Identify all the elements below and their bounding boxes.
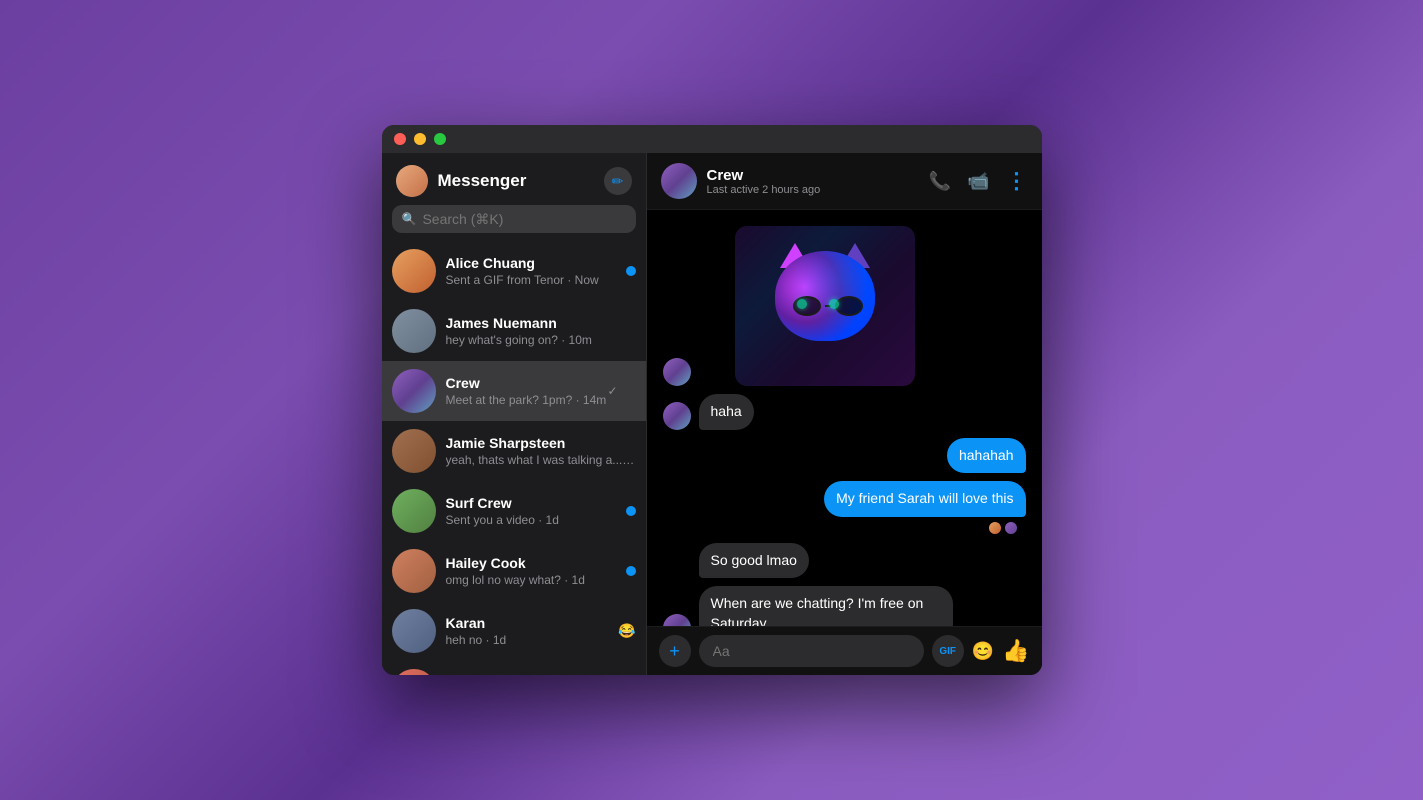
- list-item[interactable]: Hailey Cook omg lol no way what? · 1d: [382, 541, 646, 601]
- avatar: [392, 309, 436, 353]
- message-bubble: My friend Sarah will love this: [824, 481, 1025, 517]
- maximize-button[interactable]: [434, 133, 446, 145]
- messenger-window: Messenger ✏ 🔍 Alice Chuang: [382, 125, 1042, 675]
- unread-indicator: [626, 566, 636, 576]
- message-bubble: When are we chatting? I'm free on Saturd…: [699, 586, 953, 626]
- message-bubble: So good lmao: [699, 543, 809, 579]
- reaction-avatar: [988, 521, 1002, 535]
- conv-info: James Nuemann hey what's going on? · 10m: [446, 315, 636, 347]
- add-button[interactable]: +: [659, 635, 691, 667]
- gif-message: [735, 226, 915, 386]
- conv-preview: hey what's going on? · 10m: [446, 333, 636, 347]
- list-item[interactable]: Kara, Brian, Jean-Marc pedanticalice sen…: [382, 661, 646, 675]
- compose-icon: ✏: [612, 173, 624, 190]
- chat-info: Crew Last active 2 hours ago: [707, 167, 821, 196]
- message-bubble: hahahah: [947, 438, 1026, 474]
- minimize-button[interactable]: [414, 133, 426, 145]
- conv-preview: yeah, thats what I was talking a... · 4h: [446, 453, 636, 467]
- conv-preview: heh no · 1d: [446, 633, 636, 647]
- plus-icon: +: [669, 641, 680, 662]
- conv-name: James Nuemann: [446, 315, 636, 331]
- conv-info: Alice Chuang Sent a GIF from Tenor · Now: [446, 255, 636, 287]
- conv-info: Surf Crew Sent you a video · 1d: [446, 495, 636, 527]
- conv-preview: Sent a GIF from Tenor · Now: [446, 273, 636, 287]
- list-item[interactable]: Jamie Sharpsteen yeah, thats what I was …: [382, 421, 646, 481]
- avatar: [392, 549, 436, 593]
- conv-name: Jamie Sharpsteen: [446, 435, 636, 451]
- list-item[interactable]: Karan heh no · 1d 😂: [382, 601, 646, 661]
- gif-button[interactable]: GIF: [932, 635, 964, 667]
- reaction-icon: 😂: [618, 623, 635, 640]
- conv-preview: Sent you a video · 1d: [446, 513, 636, 527]
- sidebar: Messenger ✏ 🔍 Alice Chuang: [382, 153, 647, 675]
- message-row: My friend Sarah will love this: [663, 481, 1026, 517]
- avatar: [392, 429, 436, 473]
- video-icon[interactable]: 📹: [967, 171, 989, 192]
- message-row: When are we chatting? I'm free on Saturd…: [663, 586, 1026, 626]
- list-item[interactable]: Alice Chuang Sent a GIF from Tenor · Now: [382, 241, 646, 301]
- sender-avatar: [663, 614, 691, 626]
- search-input[interactable]: [422, 211, 625, 227]
- avatar: [392, 249, 436, 293]
- conv-name: Karan: [446, 615, 636, 631]
- title-bar: [382, 125, 1042, 153]
- message-bubble: haha: [699, 394, 754, 430]
- messages-container: haha hahahah My friend Sarah will love t…: [647, 210, 1042, 626]
- conv-name: Surf Crew: [446, 495, 636, 511]
- thumbs-up-button[interactable]: 👍: [1002, 638, 1029, 664]
- message-row: So good lmao: [663, 543, 1026, 579]
- reaction-avatar: [1004, 521, 1018, 535]
- avatar: [392, 609, 436, 653]
- close-button[interactable]: [394, 133, 406, 145]
- chat-name: Crew: [707, 167, 821, 184]
- sender-avatar: [663, 402, 691, 430]
- more-icon[interactable]: ⋮: [1006, 168, 1028, 194]
- main-content: Messenger ✏ 🔍 Alice Chuang: [382, 153, 1042, 675]
- conversation-list: Alice Chuang Sent a GIF from Tenor · Now…: [382, 241, 646, 675]
- sender-avatar: [663, 358, 691, 386]
- phone-icon[interactable]: 📞: [929, 171, 951, 192]
- unread-indicator: [626, 266, 636, 276]
- sidebar-header: Messenger ✏: [382, 153, 646, 205]
- avatar: [392, 369, 436, 413]
- chat-header: Crew Last active 2 hours ago 📞 📹 ⋮: [647, 153, 1042, 210]
- avatar: [392, 669, 436, 675]
- message-row: [663, 226, 1026, 386]
- chat-area: Crew Last active 2 hours ago 📞 📹 ⋮: [647, 153, 1042, 675]
- avatar[interactable]: [396, 165, 428, 197]
- message-row: haha: [663, 394, 1026, 430]
- compose-button[interactable]: ✏: [604, 167, 632, 195]
- cat-image: [765, 241, 885, 371]
- search-bar[interactable]: 🔍: [392, 205, 636, 233]
- unread-indicator: [626, 506, 636, 516]
- sidebar-header-left: Messenger: [396, 165, 527, 197]
- conv-info: Jamie Sharpsteen yeah, thats what I was …: [446, 435, 636, 467]
- chat-actions: 📞 📹 ⋮: [929, 168, 1028, 194]
- emoji-button[interactable]: 😊: [972, 641, 994, 662]
- chat-header-left: Crew Last active 2 hours ago: [661, 163, 821, 199]
- chat-avatar: [661, 163, 697, 199]
- conv-name: Alice Chuang: [446, 255, 636, 271]
- conv-name: Hailey Cook: [446, 555, 636, 571]
- chat-status: Last active 2 hours ago: [707, 184, 821, 196]
- reaction-avatars: [988, 521, 1018, 535]
- input-area: + GIF 😊 👍: [647, 626, 1042, 675]
- message-input[interactable]: [699, 635, 924, 667]
- reaction-row: [663, 521, 1026, 535]
- conv-info: Karan heh no · 1d: [446, 615, 636, 647]
- check-icon: ✓: [607, 384, 617, 398]
- list-item[interactable]: James Nuemann hey what's going on? · 10m: [382, 301, 646, 361]
- conv-info: Hailey Cook omg lol no way what? · 1d: [446, 555, 636, 587]
- app-title: Messenger: [438, 171, 527, 191]
- conv-preview: omg lol no way what? · 1d: [446, 573, 636, 587]
- list-item[interactable]: Crew Meet at the park? 1pm? · 14m ✓: [382, 361, 646, 421]
- list-item[interactable]: Surf Crew Sent you a video · 1d: [382, 481, 646, 541]
- avatar: [392, 489, 436, 533]
- search-icon: 🔍: [402, 212, 417, 226]
- message-row: hahahah: [663, 438, 1026, 474]
